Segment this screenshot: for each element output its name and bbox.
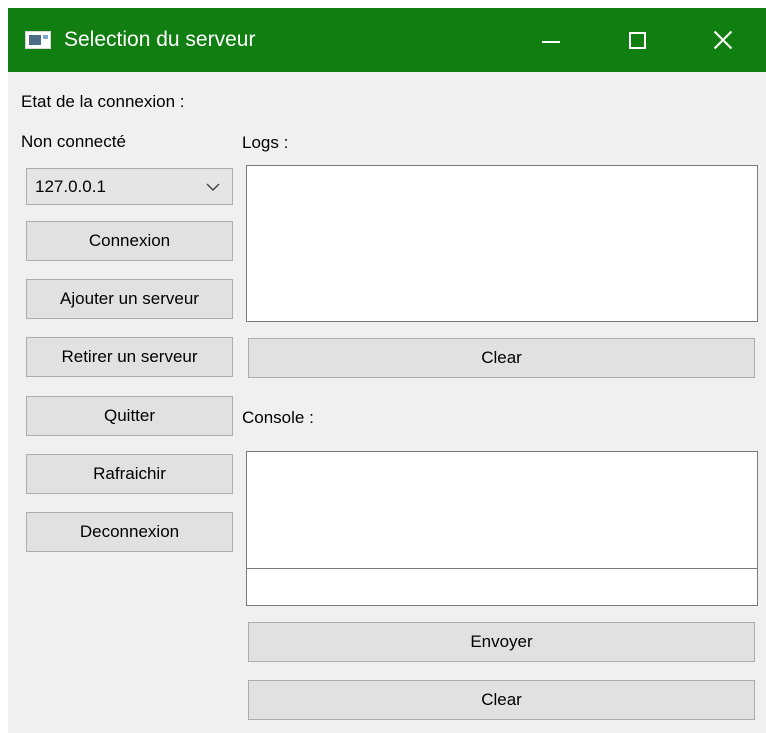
logs-textarea[interactable] [246, 165, 758, 322]
connection-state-label: Etat de la connexion : [21, 92, 185, 111]
close-icon [713, 30, 733, 50]
maximize-icon [629, 32, 646, 49]
title-bar[interactable]: Selection du serveur [8, 8, 766, 72]
app-window-icon [25, 31, 51, 49]
console-input[interactable] [246, 568, 758, 606]
send-button[interactable]: Envoyer [248, 622, 755, 662]
server-dropdown-value: 127.0.0.1 [35, 177, 106, 196]
maximize-button[interactable] [594, 8, 680, 72]
logs-label: Logs : [242, 133, 289, 152]
logs-clear-button[interactable]: Clear [248, 338, 755, 378]
minimize-button[interactable] [508, 8, 594, 72]
remove-server-button[interactable]: Retirer un serveur [26, 337, 233, 377]
disconnect-button[interactable]: Deconnexion [26, 512, 233, 552]
chevron-down-icon [206, 183, 220, 191]
minimize-icon [542, 41, 560, 43]
window-title: Selection du serveur [64, 28, 256, 51]
connect-button[interactable]: Connexion [26, 221, 233, 261]
close-button[interactable] [680, 8, 766, 72]
console-label: Console : [242, 408, 314, 427]
console-output[interactable] [246, 451, 758, 569]
connection-state-value: Non connecté [21, 132, 126, 151]
console-clear-button[interactable]: Clear [248, 680, 755, 720]
server-selection-window: Selection du serveur Etat de la connexio… [8, 8, 766, 733]
server-dropdown[interactable]: 127.0.0.1 [26, 168, 233, 205]
add-server-button[interactable]: Ajouter un serveur [26, 279, 233, 319]
refresh-button[interactable]: Rafraichir [26, 454, 233, 494]
quit-button[interactable]: Quitter [26, 396, 233, 436]
